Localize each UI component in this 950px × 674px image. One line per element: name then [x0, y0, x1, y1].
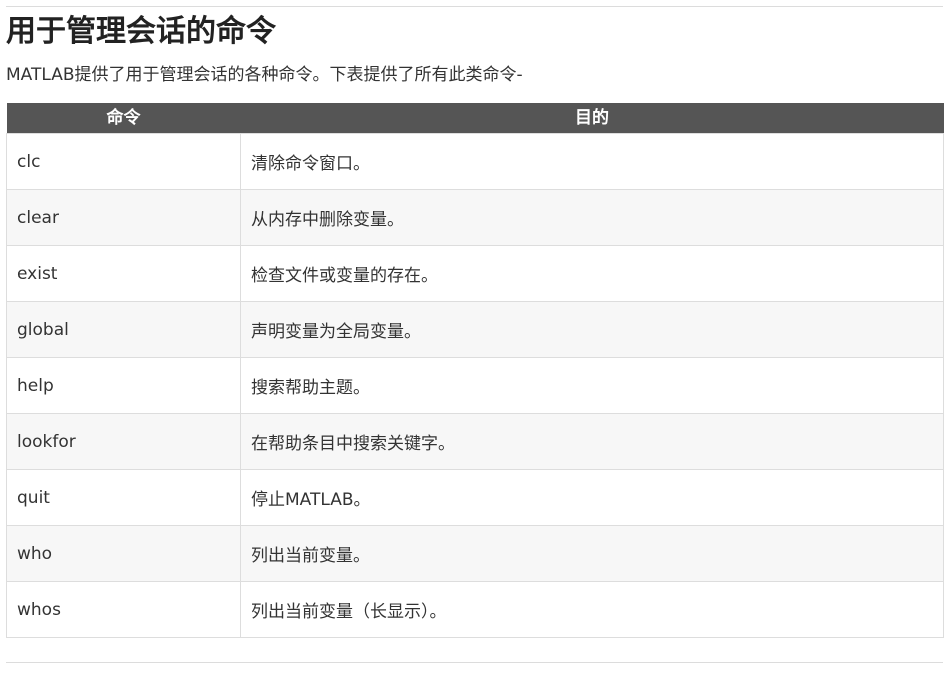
session-commands-table: 命令 目的 clc 清除命令窗口。 clear 从内存中删除变量。 exist …: [6, 103, 944, 638]
purpose-cell: 列出当前变量（长显示）。: [240, 581, 944, 638]
purpose-cell: 停止MATLAB。: [240, 469, 944, 526]
command-cell: global: [6, 301, 241, 358]
purpose-cell: 搜索帮助主题。: [240, 357, 944, 414]
command-cell: who: [6, 525, 241, 582]
purpose-cell: 在帮助条目中搜索关键字。: [240, 413, 944, 470]
table-row: help 搜索帮助主题。: [6, 357, 944, 414]
purpose-cell: 声明变量为全局变量。: [240, 301, 944, 358]
table-header-row: 命令 目的: [6, 103, 944, 134]
purpose-cell: 从内存中删除变量。: [240, 189, 944, 246]
command-cell: help: [6, 357, 241, 414]
command-cell: lookfor: [6, 413, 241, 470]
table-row: clear 从内存中删除变量。: [6, 189, 944, 246]
table-row: exist 检查文件或变量的存在。: [6, 245, 944, 302]
purpose-cell: 检查文件或变量的存在。: [240, 245, 944, 302]
command-cell: clc: [6, 133, 241, 190]
command-cell: quit: [6, 469, 241, 526]
intro-text: MATLAB提供了用于管理会话的各种命令。下表提供了所有此类命令-: [6, 65, 523, 85]
top-divider: [6, 6, 943, 7]
page-title: 用于管理会话的命令: [6, 14, 276, 49]
header-purpose: 目的: [240, 103, 944, 134]
table-row: who 列出当前变量。: [6, 525, 944, 582]
table-row: clc 清除命令窗口。: [6, 133, 944, 190]
command-cell: clear: [6, 189, 241, 246]
command-cell: whos: [6, 581, 241, 638]
table-row: global 声明变量为全局变量。: [6, 301, 944, 358]
purpose-cell: 列出当前变量。: [240, 525, 944, 582]
table-row: quit 停止MATLAB。: [6, 469, 944, 526]
command-cell: exist: [6, 245, 241, 302]
purpose-cell: 清除命令窗口。: [240, 133, 944, 190]
table-row: whos 列出当前变量（长显示）。: [6, 581, 944, 638]
table-row: lookfor 在帮助条目中搜索关键字。: [6, 413, 944, 470]
header-command: 命令: [6, 103, 241, 134]
bottom-divider: [6, 662, 943, 663]
